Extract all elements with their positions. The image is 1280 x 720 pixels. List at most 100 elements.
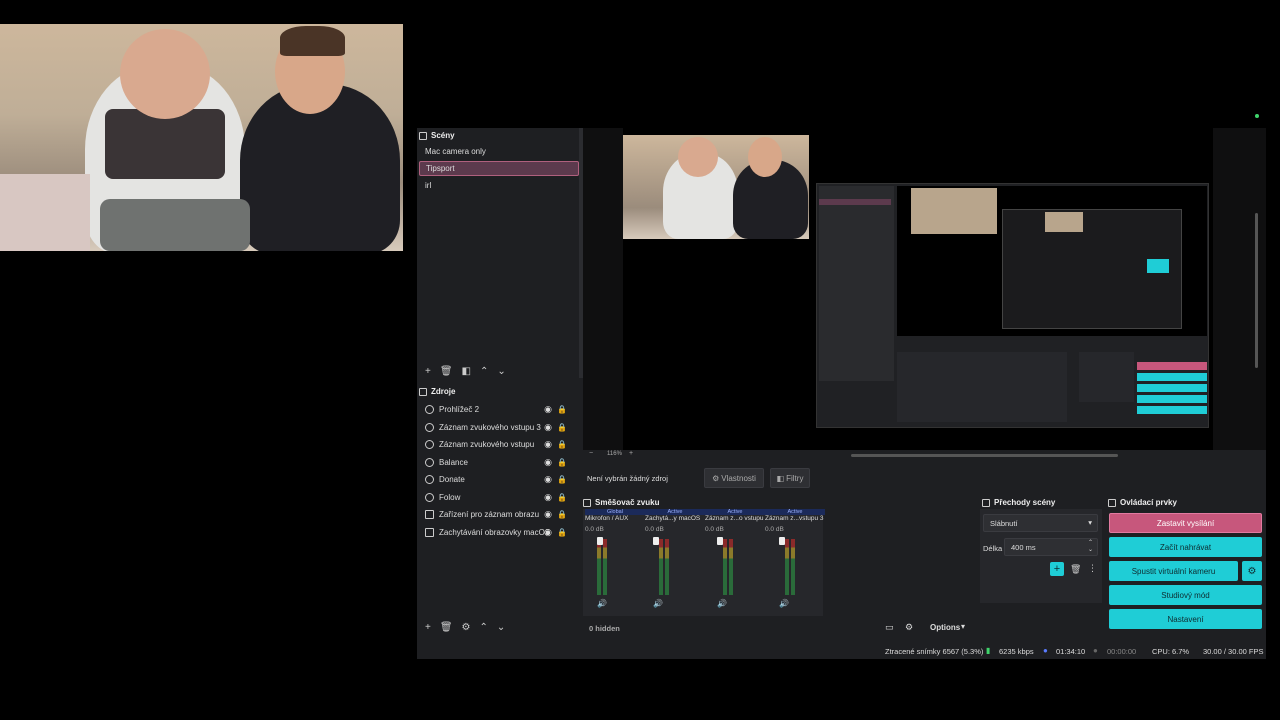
source-item[interactable]: Záznam zvukového vstupu 3 ◉ 🔒 xyxy=(419,419,577,437)
options-button[interactable]: Options xyxy=(930,623,960,632)
trash-icon[interactable]: 🗑 xyxy=(440,366,453,377)
channel-db: 0.0 dB xyxy=(645,526,664,533)
stop-stream-button[interactable]: Zastavit vysílání xyxy=(1109,513,1262,533)
volume-meter xyxy=(665,539,669,595)
gear-icon[interactable]: ⚙ xyxy=(462,622,471,633)
layout-icon[interactable]: ▭ xyxy=(885,622,894,633)
scene-item-mac-camera-only[interactable]: Mac camera only xyxy=(419,144,579,159)
filters-button[interactable]: ◧ Filtry xyxy=(770,468,810,488)
mixer-dock: Směšovač zvuku Global Mikrofon / AUX 0.0… xyxy=(583,496,976,639)
scene-item-irl[interactable]: irl xyxy=(419,178,579,193)
eye-icon[interactable]: ◉ xyxy=(544,474,552,485)
sources-dock: Zdroje Prohlížeč 2 ◉ 🔒 Záznam zvukového vs… xyxy=(417,384,579,634)
source-item[interactable]: Zařízení pro záznam obrazu ◉ 🔒 xyxy=(419,506,577,524)
status-bar: Ztracené snímky 6567 (5.3%) ▮ 6235 kbps … xyxy=(417,642,1266,659)
settings-button[interactable]: Nastavení xyxy=(1109,609,1262,629)
source-label: Folow xyxy=(439,492,461,502)
volume-fader[interactable] xyxy=(597,537,603,545)
vertical-scrollbar[interactable] xyxy=(1255,213,1258,368)
speaker-icon[interactable]: 🔊 xyxy=(717,599,727,608)
eye-icon[interactable]: ◉ xyxy=(544,404,552,415)
cpu-usage: CPU: 6.7% xyxy=(1152,647,1190,656)
volume-meter xyxy=(597,539,601,595)
speaker-icon[interactable]: 🔊 xyxy=(779,599,789,608)
lock-icon[interactable]: 🔒 xyxy=(557,405,567,414)
more-icon[interactable]: ⋮ xyxy=(1088,563,1097,574)
zoom-in-icon[interactable]: + xyxy=(629,450,633,457)
lock-icon[interactable]: 🔒 xyxy=(557,423,567,432)
eye-icon[interactable]: ◉ xyxy=(544,509,552,520)
volume-meter xyxy=(723,539,727,595)
transition-value: Slábnutí xyxy=(990,518,1018,528)
chevron-down-icon[interactable]: ▾ xyxy=(961,622,965,631)
source-item[interactable]: Prohlížeč 2 ◉ 🔒 xyxy=(419,401,577,419)
channel-db: 0.0 dB xyxy=(705,526,724,533)
lock-icon[interactable]: 🔒 xyxy=(557,528,567,537)
speaker-icon[interactable]: 🔊 xyxy=(653,599,663,608)
speaker-icon[interactable]: 🔊 xyxy=(597,599,607,608)
source-label: Zachytávání obrazovky macOS xyxy=(439,527,551,537)
source-label: Prohlížeč 2 xyxy=(439,405,480,415)
settings-icon[interactable]: ⚙ xyxy=(905,622,913,633)
mic-icon xyxy=(425,422,434,432)
no-source-label: Není vybrán žádný zdroj xyxy=(587,474,668,483)
chevron-up-icon[interactable]: ⌃ xyxy=(480,622,488,633)
trash-icon[interactable]: 🗑 xyxy=(1070,564,1081,575)
mic-icon xyxy=(425,440,434,450)
source-item[interactable]: Záznam zvukového vstupu ◉ 🔒 xyxy=(419,436,577,454)
add-icon[interactable]: + xyxy=(425,622,431,633)
filter-icon[interactable]: ◧ xyxy=(462,366,471,377)
stepper-icon[interactable]: ⌃ ⌄ xyxy=(1088,539,1093,553)
eye-icon[interactable]: ◉ xyxy=(544,439,552,450)
virtual-camera-button[interactable]: Spustit virtuální kameru xyxy=(1109,561,1238,581)
eye-icon[interactable]: ◉ xyxy=(544,527,552,538)
scene-list: Mac camera only Tipsport irl xyxy=(419,144,579,193)
volume-fader[interactable] xyxy=(717,537,723,545)
add-transition-button[interactable]: + xyxy=(1050,562,1064,576)
preview-area[interactable]: − 116% + xyxy=(583,128,1266,460)
fps: 30.00 / 30.00 FPS xyxy=(1203,647,1264,656)
studio-mode-button[interactable]: Studiový mód xyxy=(1109,585,1262,605)
chevron-up-icon[interactable]: ⌃ xyxy=(480,366,488,377)
source-item[interactable]: Folow ◉ 🔒 xyxy=(419,489,577,507)
trash-icon[interactable]: 🗑 xyxy=(440,622,453,633)
transitions-title: Přechody scény xyxy=(982,498,1055,507)
lock-icon[interactable]: 🔒 xyxy=(557,510,567,519)
lock-icon[interactable]: 🔒 xyxy=(557,493,567,502)
lock-icon[interactable]: 🔒 xyxy=(557,440,567,449)
mixer-title: Směšovač zvuku xyxy=(583,498,659,507)
volume-fader[interactable] xyxy=(779,537,785,545)
chevron-down-icon[interactable]: ⌄ xyxy=(497,366,505,377)
scenes-title: Scény xyxy=(419,131,455,140)
source-item[interactable]: Balance ◉ 🔒 xyxy=(419,454,577,472)
source-label: Záznam zvukového vstupu 3 xyxy=(439,422,541,432)
add-icon[interactable]: + xyxy=(425,366,431,377)
horizontal-scrollbar[interactable] xyxy=(851,454,1118,457)
start-recording-button[interactable]: Začít nahrávat xyxy=(1109,537,1262,557)
properties-button[interactable]: ⚙ Vlastnosti xyxy=(704,468,764,488)
duration-input[interactable]: 400 ms ⌃ ⌄ xyxy=(1004,538,1098,556)
scenes-dock: Scény Mac camera only Tipsport irl + 🗑 ◧… xyxy=(417,128,579,378)
preview-canvas[interactable] xyxy=(623,128,1213,450)
transitions-title-label: Přechody scény xyxy=(994,498,1056,507)
source-label: Donate xyxy=(439,475,465,485)
volume-fader[interactable] xyxy=(653,537,659,545)
lock-icon[interactable]: 🔒 xyxy=(557,458,567,467)
zoom-out-icon[interactable]: − xyxy=(589,450,593,457)
transition-select[interactable]: Slábnutí ▾ xyxy=(983,514,1098,532)
volume-meter xyxy=(785,539,789,595)
channel-name: Mikrofon / AUX xyxy=(585,515,629,522)
source-item[interactable]: Donate ◉ 🔒 xyxy=(419,471,577,489)
chevron-down-icon[interactable]: ⌄ xyxy=(497,622,505,633)
source-list: Prohlížeč 2 ◉ 🔒 Záznam zvukového vstupu 3 ◉… xyxy=(419,401,577,541)
scene-item-tipsport[interactable]: Tipsport xyxy=(419,161,579,176)
eye-icon[interactable]: ◉ xyxy=(544,457,552,468)
eye-icon[interactable]: ◉ xyxy=(544,422,552,433)
duration-label: Délka xyxy=(983,544,1003,553)
virtual-camera-settings-button[interactable]: ⚙ xyxy=(1242,561,1262,581)
lock-icon[interactable]: 🔒 xyxy=(557,475,567,484)
globe-icon xyxy=(425,475,434,485)
gear-icon: ⚙ xyxy=(712,473,720,483)
source-item[interactable]: Zachytávání obrazovky macOS ◉ 🔒 xyxy=(419,524,577,542)
eye-icon[interactable]: ◉ xyxy=(544,492,552,503)
